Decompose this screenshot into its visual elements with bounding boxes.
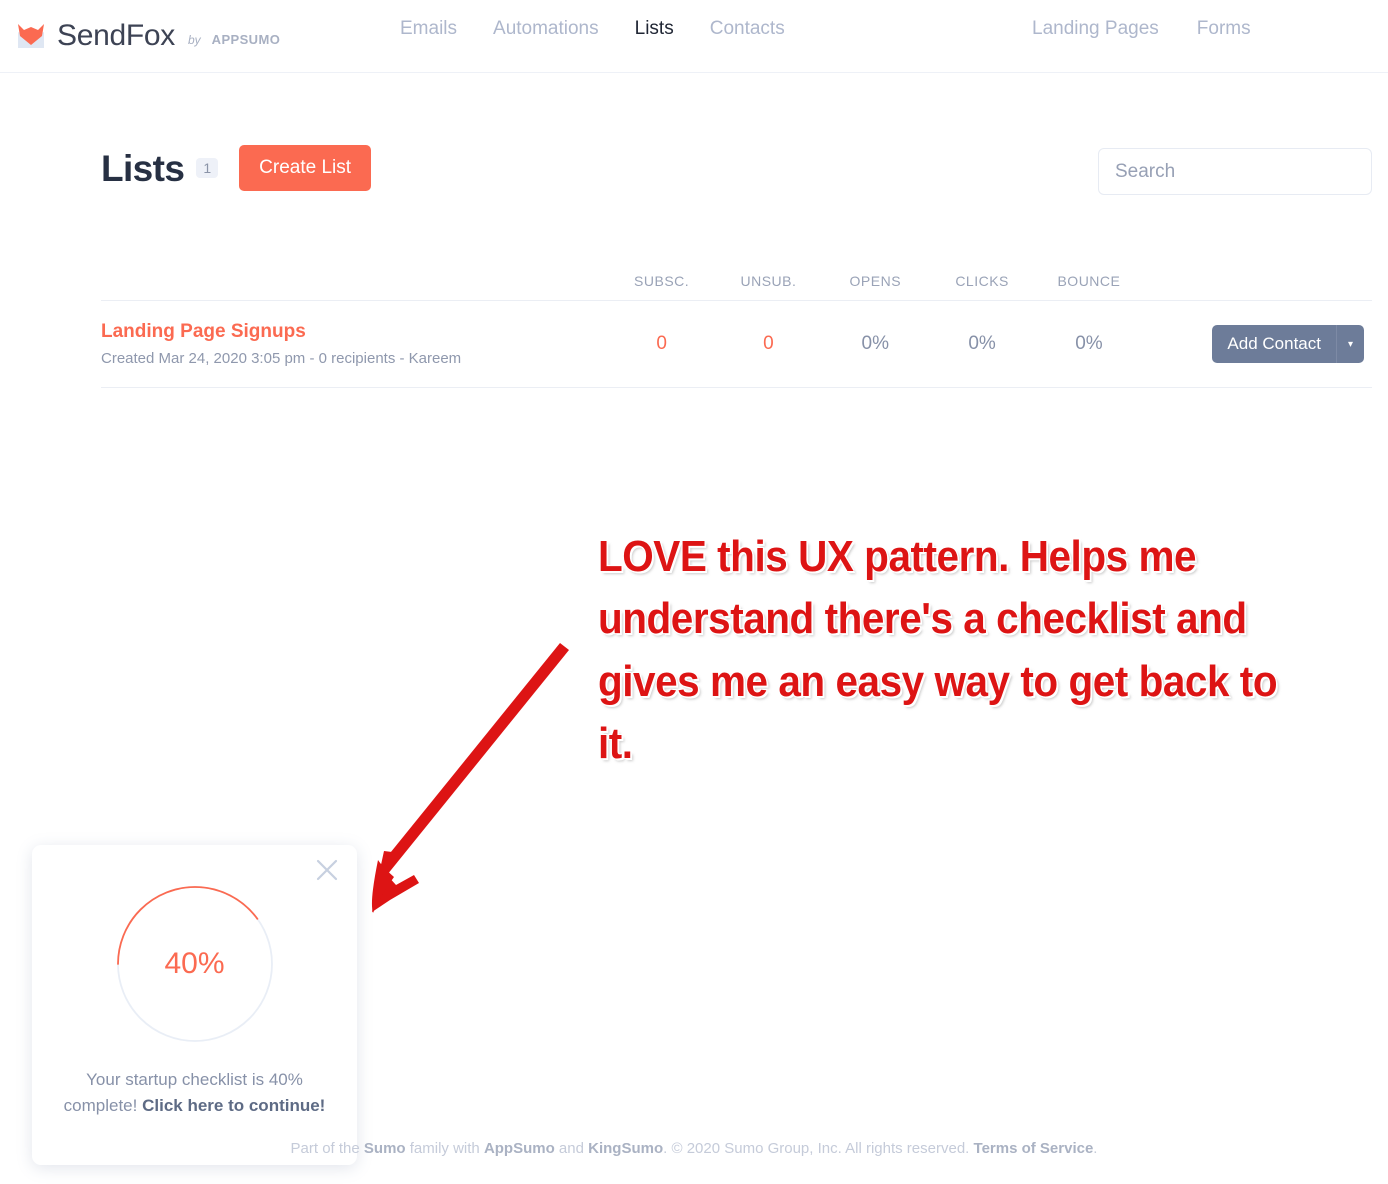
sendfox-fox-envelope-logo-icon [18,24,44,48]
checklist-message: Your startup checklist is 40% complete! … [54,1067,335,1120]
cell-opens: 0% [861,333,889,354]
nav-item-emails[interactable]: Emails [400,18,457,40]
footer-text-4: . © 2020 Sumo Group, Inc. All rights res… [663,1140,974,1157]
startup-checklist-widget[interactable]: 40% Your startup checklist is 40% comple… [32,845,357,1165]
footer-text-1: Part of the [290,1140,364,1157]
nav-item-automations[interactable]: Automations [493,18,599,40]
nav-item-forms[interactable]: Forms [1197,18,1251,40]
column-header-opens: OPENS [849,273,902,289]
column-header-clicks: CLICKS [955,273,1009,289]
add-contact-split-button: Add Contact ▾ [1212,325,1364,363]
list-name-cell: Landing Page Signups Created Mar 24, 202… [101,321,608,367]
brand-by-label: by [187,32,201,47]
cell-bounce: 0% [1075,333,1103,354]
page-title: Lists [101,147,185,189]
checklist-continue-link[interactable]: Click here to continue! [142,1096,325,1115]
search-input[interactable] [1098,148,1372,195]
lists-table: SUBSC. UNSUB. OPENS CLICKS BOUNCE Landin… [101,268,1372,388]
secondary-nav: Landing Pages Forms [1032,18,1251,40]
footer-terms-link[interactable]: Terms of Service [974,1140,1094,1157]
create-list-button[interactable]: Create List [239,145,372,191]
nav-item-lists[interactable]: Lists [635,18,674,40]
progress-percent-label: 40% [164,947,225,980]
row-actions-cell: Add Contact ▾ [1142,325,1372,363]
nav-item-contacts[interactable]: Contacts [710,18,785,40]
table-divider-bottom [101,387,1372,388]
footer-text-5: . [1093,1140,1098,1157]
list-name-link[interactable]: Landing Page Signups [101,321,608,343]
table-header-row: SUBSC. UNSUB. OPENS CLICKS BOUNCE [101,268,1372,300]
brand-name: SendFox [57,19,175,52]
top-navigation-bar: SendFox by APPSUMO Emails Automations Li… [0,0,1388,73]
cell-clicks: 0% [968,333,996,354]
footer-text-3: and [554,1140,589,1157]
page-footer: Part of the Sumo family with AppSumo and… [0,1140,1388,1157]
chevron-down-icon[interactable]: ▾ [1336,325,1364,363]
footer-sumo-link[interactable]: Sumo [364,1140,406,1157]
annotation-text: LOVE this UX pattern. Helps me understan… [598,532,1278,769]
close-x-icon[interactable] [314,857,340,883]
footer-text-2: family with [405,1140,484,1157]
footer-kingsumo-link[interactable]: KingSumo [588,1140,663,1157]
red-arrow-pointing-down-left-icon [371,643,569,913]
nav-item-landing-pages[interactable]: Landing Pages [1032,18,1159,40]
progress-ring: 40% [115,884,275,1044]
table-row: Landing Page Signups Created Mar 24, 202… [101,301,1372,387]
primary-nav: Emails Automations Lists Contacts [400,18,785,40]
lists-count-badge: 1 [196,158,219,178]
cell-unsub: 0 [763,333,774,354]
column-header-bounce: BOUNCE [1057,273,1121,289]
column-header-unsub: UNSUB. [740,273,797,289]
footer-appsumo-link[interactable]: AppSumo [484,1140,555,1157]
list-meta-text: Created Mar 24, 2020 3:05 pm - 0 recipie… [101,350,462,367]
add-contact-button[interactable]: Add Contact [1212,325,1337,363]
brand-parent-label: APPSUMO [211,32,281,47]
page-header: Lists 1 Create List [101,145,372,191]
cell-subsc: 0 [656,333,667,354]
column-header-subsc: SUBSC. [634,273,690,289]
brand-logo-link[interactable]: SendFox by APPSUMO [14,19,280,53]
app-page: SendFox by APPSUMO Emails Automations Li… [0,0,1388,1184]
